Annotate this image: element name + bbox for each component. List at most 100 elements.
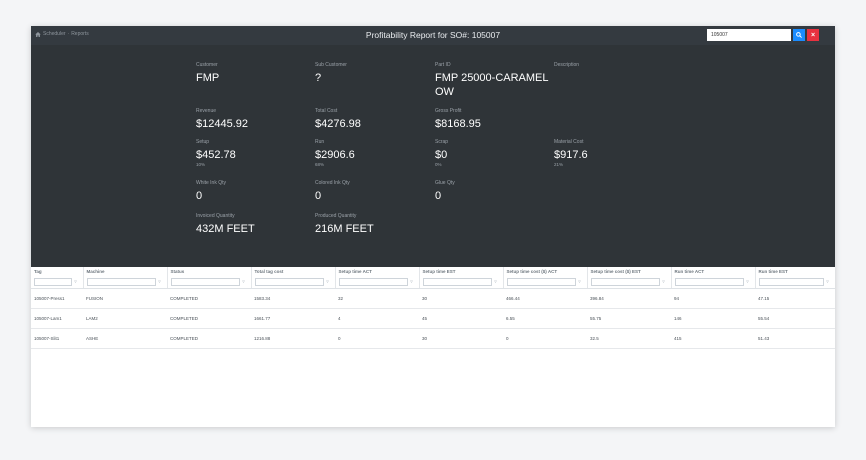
search-button[interactable] (793, 29, 805, 41)
filter-input-setup-time-est[interactable] (422, 277, 492, 286)
scrap-field: Scrap $0 0% (435, 139, 535, 168)
cell-status: COMPLETED (167, 288, 251, 309)
revenue-label: Revenue (196, 108, 217, 114)
cell-run-time-act: 94 (671, 288, 755, 309)
glue-qty-value: 0 (435, 190, 442, 202)
part-id-label: Part ID (435, 62, 451, 68)
filter-input-run-time-est[interactable] (758, 277, 824, 286)
sub-customer-value: ? (315, 72, 322, 84)
filter-icon[interactable]: ▿ (324, 279, 332, 285)
filter-icon[interactable]: ▿ (660, 279, 668, 285)
table-row[interactable]: 105007-Lam1 LAM2 COMPLETED 1661.77 4 45 … (31, 308, 835, 329)
filter-icon[interactable]: ▿ (72, 279, 80, 285)
filter-input-machine[interactable] (86, 277, 156, 286)
close-button[interactable]: × (807, 29, 819, 41)
description-field: Description (554, 62, 654, 71)
column-header-machine[interactable]: Machine (83, 267, 168, 276)
column-header-tag[interactable]: Tag (31, 267, 84, 276)
search-input[interactable] (707, 29, 791, 41)
setup-label: Setup (196, 139, 210, 145)
filter-cell-tag: ▿ (31, 276, 84, 289)
customer-field: Customer FMP (196, 62, 296, 85)
filter-input-tag[interactable] (34, 277, 72, 286)
filter-icon[interactable]: ▿ (492, 279, 500, 285)
summary-panel: Customer FMP Sub Customer ? Part ID FMP … (31, 45, 835, 267)
cell-total-tag-cost: 1216.88 (251, 328, 335, 349)
material-cost-field: Material Cost $917.6 21% (554, 139, 654, 168)
table-row[interactable]: 105007-Press1 FUSION COMPLETED 1583.34 3… (31, 288, 835, 309)
white-ink-qty-label: White Ink Qty (196, 180, 227, 186)
filter-input-total-tag-cost[interactable] (254, 277, 324, 286)
cell-setup-time-act: 4 (335, 308, 419, 329)
gross-profit-label: Gross Profit (435, 108, 462, 114)
filter-input-setup-cost-act[interactable] (506, 277, 576, 286)
table-row[interactable]: 105007-Slit1 ASHE COMPLETED 1216.88 0 30… (31, 328, 835, 349)
filter-cell-setup-time-est: ▿ (419, 276, 504, 289)
cell-setup-cost-act: 6.55 (503, 308, 587, 329)
cell-status: COMPLETED (167, 328, 251, 349)
magnifier-icon (796, 32, 802, 38)
filter-icon[interactable]: ▿ (240, 279, 248, 285)
filter-input-status[interactable] (170, 277, 240, 286)
sub-customer-field: Sub Customer ? (315, 62, 415, 85)
filter-cell-run-time-act: ▿ (671, 276, 756, 289)
cell-machine: FUSION (83, 288, 167, 309)
scrap-value: $0 (435, 149, 448, 161)
cell-run-time-act: 415 (671, 328, 755, 349)
filter-input-run-time-act[interactable] (674, 277, 744, 286)
cell-run-time-act: 146 (671, 308, 755, 329)
cell-setup-time-act: 0 (335, 328, 419, 349)
cell-machine: ASHE (83, 328, 167, 349)
cell-setup-time-est: 45 (419, 308, 503, 329)
cell-status: COMPLETED (167, 308, 251, 329)
glue-qty-field: Glue Qty 0 (435, 180, 535, 203)
customer-label: Customer (196, 62, 218, 68)
setup-field: Setup $452.78 10% (196, 139, 296, 168)
filter-input-setup-time-act[interactable] (338, 277, 408, 286)
run-label: Run (315, 139, 325, 145)
filter-icon[interactable]: ▿ (744, 279, 752, 285)
colored-ink-qty-value: 0 (315, 190, 322, 202)
sub-customer-label: Sub Customer (315, 62, 347, 68)
column-header-setup-time-est[interactable]: Setup time EST (419, 267, 504, 276)
invoiced-quantity-label: Invoiced Quantity (196, 213, 235, 219)
run-percent: 68% (315, 162, 325, 167)
material-cost-value: $917.6 (554, 149, 588, 161)
filter-row: ▿ ▿ ▿ ▿ ▿ ▿ ▿ ▿ ▿ ▿ (31, 276, 835, 289)
column-header-run-time-est[interactable]: Run time EST (755, 267, 835, 276)
glue-qty-label: Glue Qty (435, 180, 455, 186)
scrap-label: Scrap (435, 139, 449, 145)
filter-cell-setup-time-act: ▿ (335, 276, 420, 289)
setup-value: $452.78 (196, 149, 236, 161)
invoiced-quantity-field: Invoiced Quantity 432M FEET (196, 213, 306, 236)
report-window: Scheduler · Reports Profitability Report… (31, 26, 835, 427)
filter-icon[interactable]: ▿ (156, 279, 164, 285)
column-header-status[interactable]: Status (167, 267, 252, 276)
colored-ink-qty-field: Colored Ink Qty 0 (315, 180, 415, 203)
cell-setup-cost-act: 466.44 (503, 288, 587, 309)
filter-input-setup-cost-est[interactable] (590, 277, 660, 286)
invoiced-quantity-value: 432M FEET (196, 223, 255, 235)
column-header-total-tag-cost[interactable]: Total tag cost (251, 267, 336, 276)
material-cost-percent: 21% (554, 162, 564, 167)
cell-total-tag-cost: 1661.77 (251, 308, 335, 329)
colored-ink-qty-label: Colored Ink Qty (315, 180, 350, 186)
column-header-run-time-act[interactable]: Run time ACT (671, 267, 756, 276)
material-cost-label: Material Cost (554, 139, 584, 145)
column-header-setup-cost-est[interactable]: Setup time cost ($) EST (587, 267, 672, 276)
filter-cell-setup-cost-est: ▿ (587, 276, 672, 289)
cell-setup-cost-est: 32.5 (587, 328, 671, 349)
gross-profit-field: Gross Profit $8168.95 (435, 108, 535, 131)
filter-icon[interactable]: ▿ (824, 279, 832, 285)
setup-percent: 10% (196, 162, 206, 167)
filter-cell-machine: ▿ (83, 276, 168, 289)
filter-icon[interactable]: ▿ (408, 279, 416, 285)
filter-icon[interactable]: ▿ (576, 279, 584, 285)
column-header-setup-cost-act[interactable]: Setup time cost ($) ACT (503, 267, 588, 276)
column-header-setup-time-act[interactable]: Setup time ACT (335, 267, 420, 276)
produced-quantity-label: Produced Quantity (315, 213, 357, 219)
part-id-field: Part ID FMP 25000-CARAMEL OW (435, 62, 555, 99)
cell-setup-time-est: 30 (419, 328, 503, 349)
run-field: Run $2906.6 68% (315, 139, 415, 168)
tag-table-container: Tag Machine Status Total tag cost Setup … (31, 267, 835, 349)
